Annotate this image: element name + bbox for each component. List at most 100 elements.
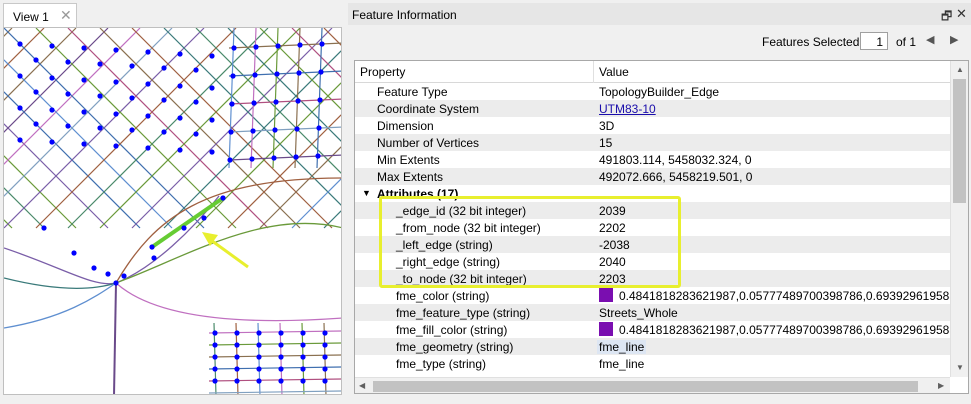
topology-node[interactable] [297,42,303,48]
topology-node[interactable] [234,354,240,360]
topology-node[interactable] [145,145,151,151]
topology-node[interactable] [17,105,23,111]
topology-node[interactable] [49,43,55,49]
scroll-right-icon[interactable]: ▶ [938,381,944,390]
topology-node[interactable] [17,73,23,79]
curved-street[interactable] [113,282,117,395]
scroll-up-icon[interactable]: ▲ [956,65,964,74]
topology-node[interactable] [33,57,39,63]
table-row[interactable]: fme_feature_type (string) Streets_Whole [355,304,950,321]
topology-node[interactable] [253,44,259,50]
topology-node[interactable] [151,255,157,261]
topology-node[interactable] [294,126,300,132]
topology-node[interactable] [161,97,167,103]
coordinate-system-link[interactable]: UTM83-10 [599,102,656,116]
topology-node[interactable] [317,97,323,103]
topology-node[interactable] [71,250,77,256]
topology-node[interactable] [227,157,233,163]
topology-node[interactable] [278,330,284,336]
topology-node[interactable] [275,43,281,49]
topology-node[interactable] [65,59,71,65]
topology-node[interactable] [33,89,39,95]
topology-node[interactable] [278,378,284,384]
topology-node[interactable] [212,330,218,336]
topology-node[interactable] [319,41,325,47]
topology-node[interactable] [17,41,23,47]
topology-node[interactable] [129,95,135,101]
table-row[interactable]: fme_geometry (string) fme_line [355,338,950,355]
close-icon[interactable]: ✕ [60,7,72,24]
street-edge[interactable] [4,28,45,228]
scroll-down-icon[interactable]: ▼ [956,363,964,372]
topology-node[interactable] [113,79,119,85]
topology-node[interactable] [231,45,237,51]
table-row[interactable]: _to_node (32 bit integer) 2203 [355,270,950,287]
topology-node[interactable] [300,366,306,372]
attributes-group-row[interactable]: ▼ Attributes (17) [355,185,950,202]
topology-node[interactable] [161,65,167,71]
topology-node[interactable] [193,99,199,105]
vertical-scroll-thumb[interactable] [953,79,966,203]
street-edge[interactable] [4,28,109,229]
topology-node[interactable] [209,85,215,91]
topology-node[interactable] [234,366,240,372]
triangle-right-icon[interactable]: ▶ [950,33,958,46]
table-row[interactable]: _right_edge (string) 2040 [355,253,950,270]
topology-node[interactable] [33,121,39,127]
topology-node[interactable] [113,47,119,53]
street-edge[interactable] [4,28,173,228]
topology-node[interactable] [252,72,258,78]
topology-node[interactable] [278,342,284,348]
topology-node[interactable] [129,63,135,69]
street-edge[interactable] [208,366,342,370]
topology-node[interactable] [229,101,235,107]
topology-node[interactable] [41,225,47,231]
topology-node[interactable] [256,330,262,336]
table-row[interactable]: Feature Type TopologyBuilder_Edge [355,83,950,100]
topology-node[interactable] [234,378,240,384]
topology-node[interactable] [273,99,279,105]
triangle-left-icon[interactable]: ◀ [926,33,934,46]
topology-node[interactable] [322,354,328,360]
topology-node[interactable] [145,49,151,55]
topology-node[interactable] [113,111,119,117]
topology-node[interactable] [97,93,103,99]
table-row[interactable]: fme_color (string) 0.4841818283621987,0.0… [355,287,968,304]
topology-node[interactable] [145,81,151,87]
topology-node[interactable] [113,280,119,286]
topology-node[interactable] [129,127,135,133]
topology-node[interactable] [81,109,87,115]
topology-node[interactable] [145,113,151,119]
topology-node[interactable] [209,53,215,59]
table-row[interactable]: Number of Vertices 15 [355,134,950,151]
topology-node[interactable] [177,147,183,153]
topology-node[interactable] [315,153,321,159]
topology-node[interactable] [177,83,183,89]
street-edge[interactable] [208,342,342,346]
topology-node[interactable] [49,139,55,145]
topology-node[interactable] [296,70,302,76]
topology-node[interactable] [234,342,240,348]
horizontal-scroll-thumb[interactable] [373,381,918,392]
topology-node[interactable] [271,155,277,161]
street-edge[interactable] [4,28,173,229]
vertical-scrollbar[interactable]: ▲ ▼ [950,61,968,377]
table-row[interactable]: fme_fill_color (string) 0.484181828362198… [355,321,968,338]
street-edge[interactable] [208,354,342,358]
column-header-property[interactable]: Property [360,65,405,79]
topology-node[interactable] [300,354,306,360]
topology-node[interactable] [318,69,324,75]
curved-street[interactable] [4,282,117,329]
topology-node[interactable] [105,271,111,277]
topology-node[interactable] [193,67,199,73]
curved-street[interactable] [115,282,342,322]
topology-node[interactable] [81,77,87,83]
topology-node[interactable] [322,342,328,348]
topology-node[interactable] [316,125,322,131]
table-row[interactable]: _edge_id (32 bit integer) 2039 [355,202,950,219]
table-row[interactable]: _from_node (32 bit integer) 2202 [355,219,950,236]
topology-node[interactable] [228,129,234,135]
street-edge[interactable] [208,330,342,334]
topology-node[interactable] [295,98,301,104]
topology-node[interactable] [177,51,183,57]
